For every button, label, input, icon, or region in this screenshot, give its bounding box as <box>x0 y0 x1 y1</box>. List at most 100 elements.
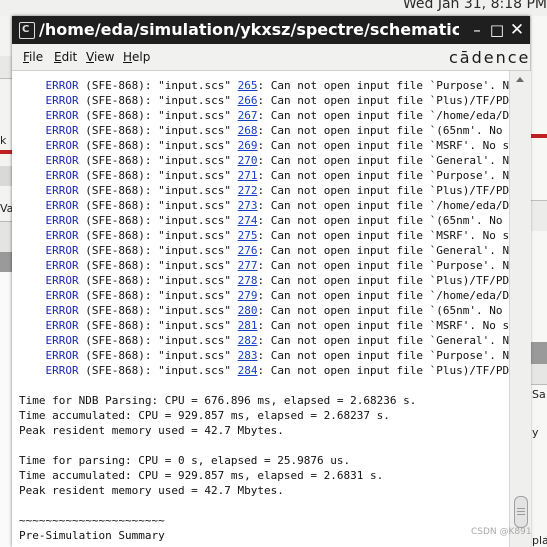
error-file: "input.scs" <box>158 139 231 152</box>
error-line-link[interactable]: 265 <box>238 79 258 92</box>
error-file: "input.scs" <box>158 364 231 377</box>
spectre-output-window: C /home/eda/simulation/ykxsz/spectre/sch… <box>12 16 531 547</box>
error-file: "input.scs" <box>158 274 231 287</box>
error-line-link[interactable]: 283 <box>238 349 258 362</box>
close-icon[interactable]: ✕ <box>508 20 526 40</box>
desktop-top-bar: Wed Jan 31, 8:18 PM <box>0 0 547 16</box>
error-code: (SFE-868): <box>85 364 152 377</box>
menu-edit[interactable]: Edit <box>54 50 77 64</box>
error-file: "input.scs" <box>158 184 231 197</box>
error-file: "input.scs" <box>158 319 231 332</box>
error-type: ERROR <box>45 244 79 257</box>
cadence-logo: cādence <box>449 48 531 67</box>
error-message: : Can not open input file `MSRF'. No su <box>257 229 509 242</box>
pre-simulation-summary: Pre-Simulation Summary <box>19 529 165 542</box>
error-line-link[interactable]: 271 <box>238 169 258 182</box>
error-line: ERROR (SFE-868): "input.scs" 278: Can no… <box>19 273 510 288</box>
error-type: ERROR <box>45 304 79 317</box>
error-message: : Can not open input file `MSRF'. No su <box>257 139 509 152</box>
menu-file[interactable]: File <box>23 50 43 64</box>
error-code: (SFE-868): <box>85 229 152 242</box>
error-type: ERROR <box>45 349 79 362</box>
error-line-link[interactable]: 282 <box>238 334 258 347</box>
error-line-link[interactable]: 275 <box>238 229 258 242</box>
right-fragment-3: plac <box>532 534 547 547</box>
scrollbar-thumb[interactable] <box>514 496 528 528</box>
error-file: "input.scs" <box>158 109 231 122</box>
error-message: : Can not open input file `Plus)/TF/PDK <box>257 364 509 377</box>
error-code: (SFE-868): <box>85 214 152 227</box>
time-accumulated-1: Time accumulated: CPU = 929.857 ms, elap… <box>19 409 390 422</box>
error-line-link[interactable]: 279 <box>238 289 258 302</box>
right-fragment-1: Sa <box>532 388 546 401</box>
error-line-link[interactable]: 281 <box>238 319 258 332</box>
error-line-link[interactable]: 268 <box>238 124 258 137</box>
menu-view[interactable]: View <box>86 50 114 64</box>
error-type: ERROR <box>45 109 79 122</box>
error-line: ERROR (SFE-868): "input.scs" 283: Can no… <box>19 348 510 363</box>
error-line-link[interactable]: 269 <box>238 139 258 152</box>
menu-bar: File Edit View Help cādence <box>12 44 530 71</box>
error-message: : Can not open input file `General'. No <box>257 334 509 347</box>
error-type: ERROR <box>45 199 79 212</box>
time-accumulated-2: Time accumulated: CPU = 929.857 ms, elap… <box>19 469 384 482</box>
error-code: (SFE-868): <box>85 304 152 317</box>
error-code: (SFE-868): <box>85 349 152 362</box>
error-line: ERROR (SFE-868): "input.scs" 279: Can no… <box>19 288 510 303</box>
error-line-link[interactable]: 273 <box>238 199 258 212</box>
separator-line: ~~~~~~~~~~~~~~~~~~~~~~ <box>19 514 165 527</box>
window-title: /home/eda/simulation/ykxsz/spectre/schem… <box>39 20 459 39</box>
scroll-up-arrow-icon[interactable] <box>513 74 527 86</box>
error-file: "input.scs" <box>158 229 231 242</box>
error-message: : Can not open input file `Purpose'. No <box>257 259 509 272</box>
error-line: ERROR (SFE-868): "input.scs" 273: Can no… <box>19 198 510 213</box>
error-type: ERROR <box>45 139 79 152</box>
error-line-link[interactable]: 267 <box>238 109 258 122</box>
error-line: ERROR (SFE-868): "input.scs" 266: Can no… <box>19 93 510 108</box>
error-type: ERROR <box>45 169 79 182</box>
vertical-scrollbar[interactable] <box>509 71 531 547</box>
error-type: ERROR <box>45 229 79 242</box>
error-code: (SFE-868): <box>85 289 152 302</box>
error-message: : Can not open input file `/home/eda/Do <box>257 199 509 212</box>
error-file: "input.scs" <box>158 94 231 107</box>
error-line: ERROR (SFE-868): "input.scs" 270: Can no… <box>19 153 510 168</box>
error-message: : Can not open input file `Purpose'. No <box>257 349 509 362</box>
error-line-link[interactable]: 266 <box>238 94 258 107</box>
minimize-icon[interactable]: – <box>468 20 486 40</box>
error-line-link[interactable]: 270 <box>238 154 258 167</box>
error-code: (SFE-868): <box>85 139 152 152</box>
app-icon: C <box>19 22 35 39</box>
desktop-right-edge: Sa y plac <box>530 16 547 547</box>
right-fragment-2: y <box>532 426 539 439</box>
error-type: ERROR <box>45 334 79 347</box>
parsing-time: Time for parsing: CPU = 0 s, elapsed = 2… <box>19 454 351 467</box>
watermark: CSDN @K891 <box>471 527 532 537</box>
error-message: : Can not open input file `(65nm'. No s <box>257 124 509 137</box>
maximize-icon[interactable]: □ <box>488 20 506 40</box>
log-text-area[interactable]: ERROR (SFE-868): "input.scs" 265 : Can no… <box>12 71 509 547</box>
error-file: "input.scs" <box>158 79 231 92</box>
error-type: ERROR <box>45 214 79 227</box>
error-code: (SFE-868): <box>85 124 152 137</box>
error-line: ERROR (SFE-868): "input.scs" 276: Can no… <box>19 243 510 258</box>
error-file: "input.scs" <box>158 199 231 212</box>
desktop-clock: Wed Jan 31, 8:18 PM <box>402 0 547 12</box>
error-line-link[interactable]: 280 <box>238 304 258 317</box>
error-code: (SFE-868): <box>85 334 152 347</box>
error-line-link[interactable]: 274 <box>238 214 258 227</box>
error-line: ERROR (SFE-868): "input.scs" 275: Can no… <box>19 228 510 243</box>
peak-memory-1: Peak resident memory used = 42.7 Mbytes. <box>19 424 284 437</box>
error-file: "input.scs" <box>158 334 231 347</box>
error-line-link[interactable]: 272 <box>238 184 258 197</box>
error-line-link[interactable]: 284 <box>238 364 258 377</box>
error-line: ERROR (SFE-868): "input.scs" 280: Can no… <box>19 303 509 318</box>
log-lines: ERROR (SFE-868): "input.scs" 265 : Can no… <box>19 78 509 543</box>
error-type: ERROR <box>45 154 79 167</box>
menu-help[interactable]: Help <box>123 50 150 64</box>
error-code: (SFE-868): <box>85 169 152 182</box>
error-line-link[interactable]: 277 <box>238 259 258 272</box>
title-bar[interactable]: C /home/eda/simulation/ykxsz/spectre/sch… <box>12 16 530 44</box>
error-line-link[interactable]: 276 <box>238 244 258 257</box>
error-line-link[interactable]: 278 <box>238 274 258 287</box>
